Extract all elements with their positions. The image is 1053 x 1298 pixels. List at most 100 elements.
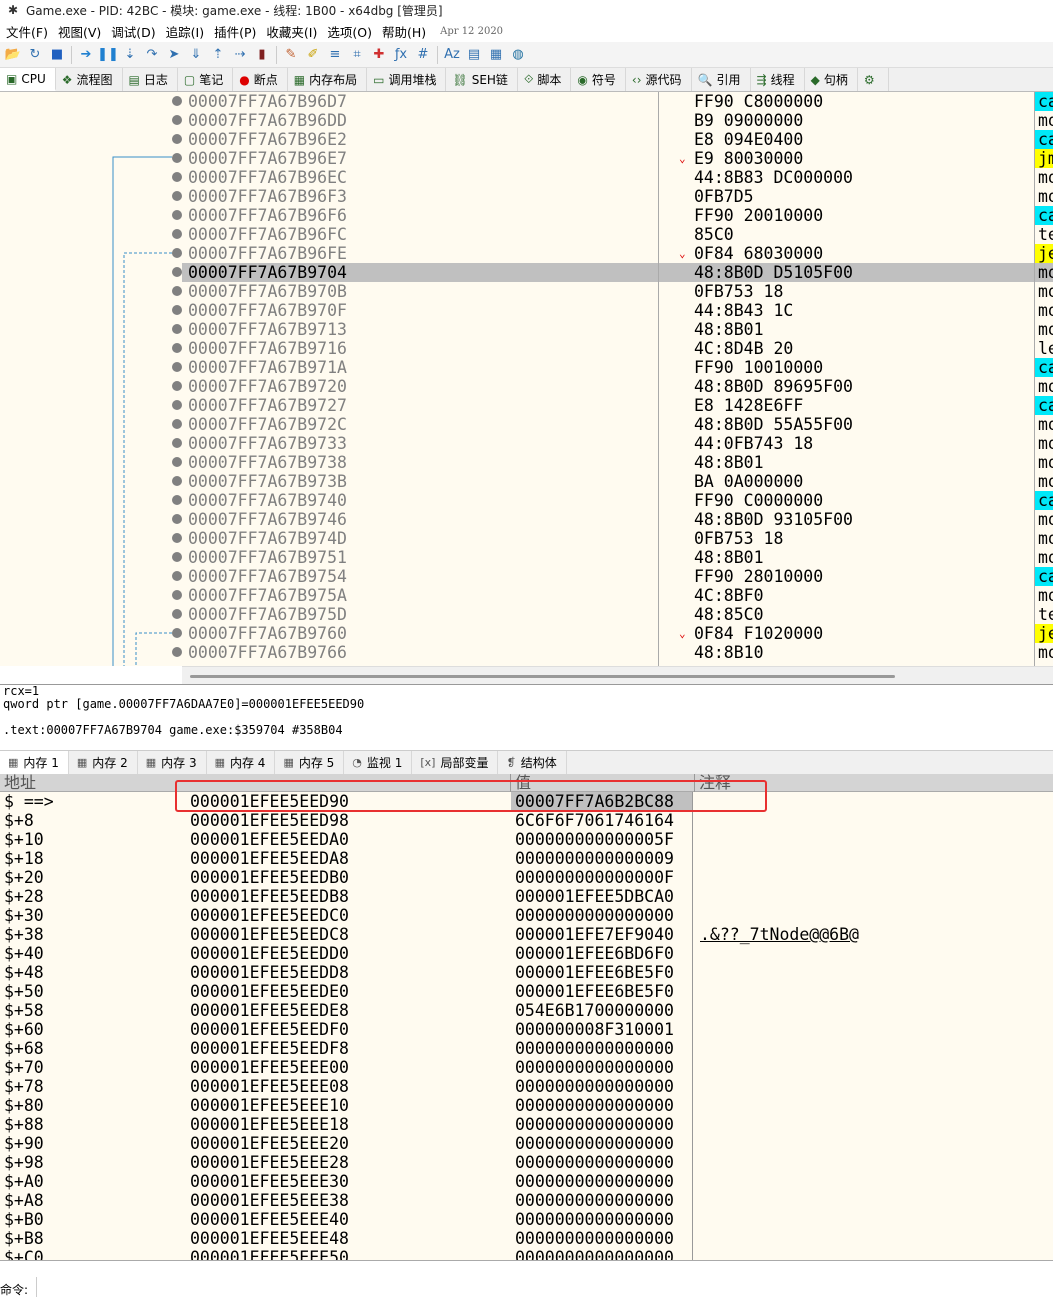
tab-10[interactable]: ‹› 源代码 xyxy=(626,68,692,91)
menu-item-7[interactable]: 帮助(H) xyxy=(380,22,434,41)
disasm-instruction[interactable]: mo xyxy=(1035,586,1053,605)
breakpoint-dot[interactable] xyxy=(172,267,182,277)
disasm-address[interactable]: 00007FF7A67B9704 xyxy=(182,263,658,282)
tab-6[interactable]: ▭ 调用堆栈 xyxy=(367,68,447,91)
pause-icon[interactable]: ❚❚ xyxy=(97,45,119,65)
stop-icon[interactable]: ■ xyxy=(47,45,67,65)
menu-item-0[interactable]: 文件(F) xyxy=(4,22,56,41)
breakpoint-dot[interactable] xyxy=(172,248,182,258)
disasm-address[interactable]: 00007FF7A67B96EC xyxy=(182,168,658,187)
disasm-address[interactable]: 00007FF7A67B9720 xyxy=(182,377,658,396)
dump-row[interactable]: $+48 000001EFEE5EEDD8 000001EFEE6BE5F0 xyxy=(0,963,1053,982)
breakpoint-dot[interactable] xyxy=(172,438,182,448)
disasm-bytes[interactable]: E8 1428E6FF xyxy=(659,396,1035,415)
disasm-bytes[interactable]: 85C0 xyxy=(659,225,1035,244)
breakpoint-dot[interactable] xyxy=(172,286,182,296)
open-icon[interactable]: 📂 xyxy=(3,45,23,65)
disasm-bytes[interactable]: 48:8B0D 55A55F00 xyxy=(659,415,1035,434)
tab-5[interactable]: ▦ 内存布局 xyxy=(288,68,368,91)
tab-8[interactable]: ⟐ 脚本 xyxy=(518,68,572,91)
disasm-bytes[interactable]: 48:85C0 xyxy=(659,605,1035,624)
dump-row[interactable]: $+80 000001EFEE5EEE10 0000000000000000 xyxy=(0,1096,1053,1115)
disasm-instruction[interactable]: mo xyxy=(1035,510,1053,529)
disasm-address[interactable]: 00007FF7A67B975A xyxy=(182,586,658,605)
dump-row[interactable]: $+50 000001EFEE5EEDE0 000001EFEE6BE5F0 xyxy=(0,982,1053,1001)
dump-row[interactable]: $+68 000001EFEE5EEDF8 0000000000000000 xyxy=(0,1039,1053,1058)
disasm-instruction[interactable]: ca xyxy=(1035,491,1053,510)
disasm-instruction[interactable]: mo xyxy=(1035,320,1053,339)
menu-item-1[interactable]: 视图(V) xyxy=(56,22,109,41)
dump-tab-1[interactable]: ▦ 内存 2 xyxy=(69,751,138,774)
step-into-icon[interactable]: ⇣ xyxy=(120,45,140,65)
hash-icon[interactable]: # xyxy=(413,45,433,65)
disasm-instruction[interactable]: ca xyxy=(1035,130,1053,149)
tab-12[interactable]: ⇶ 线程 xyxy=(751,68,805,91)
breakpoint-dot[interactable] xyxy=(172,552,182,562)
restart-icon[interactable]: ↻ xyxy=(25,45,45,65)
menu-item-5[interactable]: 收藏夹(I) xyxy=(264,22,325,41)
disasm-address[interactable]: 00007FF7A67B96F3 xyxy=(182,187,658,206)
disasm-instruction[interactable]: te xyxy=(1035,225,1053,244)
breakpoint-dot[interactable] xyxy=(172,514,182,524)
disasm-address[interactable]: 00007FF7A67B9738 xyxy=(182,453,658,472)
breakpoint-dot[interactable] xyxy=(172,419,182,429)
disasm-instruction[interactable]: ca xyxy=(1035,358,1053,377)
disasm-address[interactable]: 00007FF7A67B9713 xyxy=(182,320,658,339)
disasm-instruction[interactable]: ca xyxy=(1035,396,1053,415)
tab-3[interactable]: ▢ 笔记 xyxy=(178,68,234,91)
disasm-instruction[interactable]: mo xyxy=(1035,548,1053,567)
disasm-bytes[interactable]: 0FB7D5 xyxy=(659,187,1035,206)
breakpoint-dot[interactable] xyxy=(172,115,182,125)
dump-tab-3[interactable]: ▦ 内存 4 xyxy=(207,751,276,774)
breakpoint-dot[interactable] xyxy=(172,305,182,315)
dump-row[interactable]: $+60 000001EFEE5EEDF0 000000008F310001 xyxy=(0,1020,1053,1039)
disasm-bytes[interactable]: 48:8B10 xyxy=(659,643,1035,662)
step-into-alt-icon[interactable]: ➤ xyxy=(164,45,184,65)
disasm-bytes[interactable]: FF90 C8000000 xyxy=(659,92,1035,111)
tab-4[interactable]: ● 断点 xyxy=(233,68,288,91)
dump-row[interactable]: $+A0 000001EFEE5EEE30 0000000000000000 xyxy=(0,1172,1053,1191)
disasm-instruction[interactable]: le xyxy=(1035,339,1053,358)
command-input[interactable] xyxy=(36,1277,1053,1297)
breakpoint-dot[interactable] xyxy=(172,134,182,144)
disasm-bytes[interactable]: 4C:8D4B 20 xyxy=(659,339,1035,358)
tab-13[interactable]: ◆ 句柄 xyxy=(805,68,858,91)
dump-row[interactable]: $+70 000001EFEE5EEE00 0000000000000000 xyxy=(0,1058,1053,1077)
strings-icon[interactable]: ▤ xyxy=(464,45,484,65)
run-to-user-icon[interactable]: ⇡ xyxy=(208,45,228,65)
breakpoint-dot[interactable] xyxy=(172,590,182,600)
disasm-instruction[interactable]: mo xyxy=(1035,282,1053,301)
disasm-bytes[interactable]: ⌄ E9 80030000 xyxy=(659,149,1035,168)
tab-11[interactable]: 🔍 引用 xyxy=(692,68,751,91)
disasm-address[interactable]: 00007FF7A67B9740 xyxy=(182,491,658,510)
dump-tab-2[interactable]: ▦ 内存 3 xyxy=(138,751,207,774)
disasm-bytes[interactable]: 44:0FB743 18 xyxy=(659,434,1035,453)
breakpoint-dot[interactable] xyxy=(172,495,182,505)
disasm-instruction[interactable]: mo xyxy=(1035,263,1053,282)
disasm-address[interactable]: 00007FF7A67B975D xyxy=(182,605,658,624)
dump-tab-6[interactable]: [x] 局部变量 xyxy=(412,751,499,774)
disasm-instruction[interactable]: mo xyxy=(1035,377,1053,396)
disasm-instruction[interactable]: mo xyxy=(1035,415,1053,434)
run-to-return-icon[interactable]: ⇢ xyxy=(230,45,250,65)
menu-item-2[interactable]: 调试(D) xyxy=(109,22,163,41)
disasm-address[interactable]: 00007FF7A67B970B xyxy=(182,282,658,301)
disasm-bytes[interactable]: B9 09000000 xyxy=(659,111,1035,130)
disasm-instruction[interactable]: jm xyxy=(1035,149,1053,168)
disasm-address[interactable]: 00007FF7A67B96E7 xyxy=(182,149,658,168)
tab-1[interactable]: ❖ 流程图 xyxy=(56,68,123,91)
disasm-bytes[interactable]: 0FB753 18 xyxy=(659,529,1035,548)
disasm-bytes[interactable]: 48:8B01 xyxy=(659,320,1035,339)
menu-item-6[interactable]: 选项(O) xyxy=(325,22,380,41)
breakpoint-dot[interactable] xyxy=(172,400,182,410)
menu-item-4[interactable]: 插件(P) xyxy=(212,22,264,41)
breakpoint-dot[interactable] xyxy=(172,476,182,486)
dump-row[interactable]: $+28 000001EFEE5EEDB8 000001EFEE5DBCA0 xyxy=(0,887,1053,906)
cpu-view[interactable]: 00007FF7A67B96D7 00007FF7A67B96DD 00007FF7… xyxy=(0,92,1053,666)
dump-row[interactable]: $+58 000001EFEE5EEDE8 054E6B1700000000 xyxy=(0,1001,1053,1020)
calculator-icon[interactable]: ▦ xyxy=(486,45,506,65)
dump-row[interactable]: $+30 000001EFEE5EEDC0 0000000000000000 xyxy=(0,906,1053,925)
disasm-address[interactable]: 00007FF7A67B96DD xyxy=(182,111,658,130)
trace-icon[interactable]: ▮ xyxy=(252,45,272,65)
breakpoint-dot[interactable] xyxy=(172,210,182,220)
